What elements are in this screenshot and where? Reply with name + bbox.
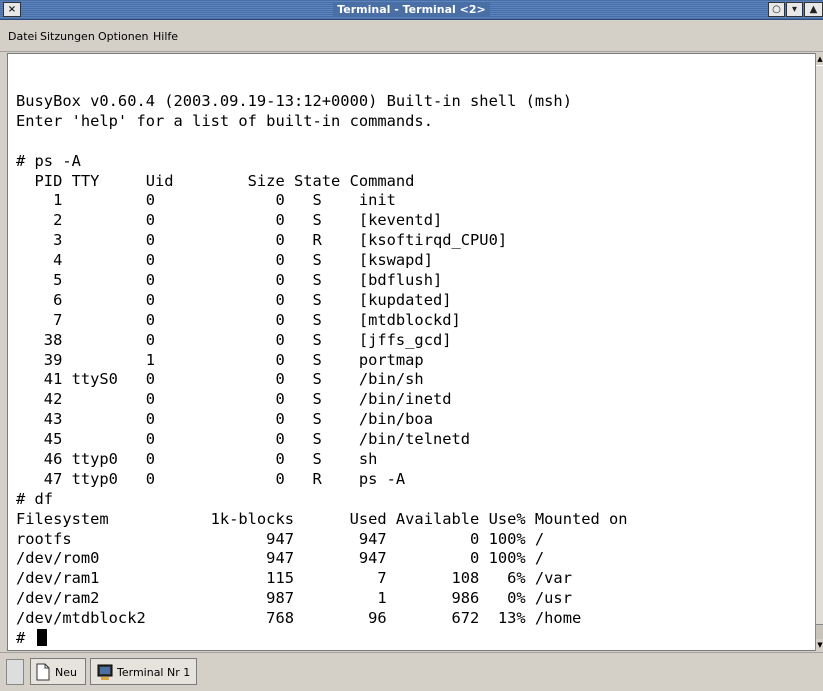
terminal-line: # ps -A bbox=[16, 151, 81, 170]
menu-bar: Datei Sitzungen Optionen Hilfe bbox=[0, 20, 823, 52]
terminal-line: 5 0 0 S [bdflush] bbox=[16, 271, 443, 290]
terminal-line: 45 0 0 S /bin/telnetd bbox=[16, 430, 471, 449]
terminal-line: rootfs 947 947 0 100% / bbox=[16, 529, 545, 548]
terminal-line: 4 0 0 S [kswapd] bbox=[16, 251, 433, 270]
terminal-line: 43 0 0 S /bin/boa bbox=[16, 410, 433, 429]
window-title: Terminal - Terminal <2> bbox=[0, 2, 823, 17]
menu-sitzungen[interactable]: Sitzungen bbox=[40, 30, 95, 43]
menu-optionen[interactable]: Optionen bbox=[98, 30, 148, 43]
minimize-button[interactable]: ▾ bbox=[786, 2, 803, 17]
new-session-label: Neu bbox=[55, 666, 77, 679]
scroll-down-icon[interactable]: ▼ bbox=[816, 639, 823, 651]
session-tab-bar: Neu Terminal Nr 1 bbox=[0, 652, 823, 691]
terminal-session-label: Terminal Nr 1 bbox=[117, 666, 191, 679]
title-bar: × Terminal - Terminal <2> ○ ▾ ▲ bbox=[0, 0, 823, 20]
terminal-output: BusyBox v0.60.4 (2003.09.19-13:12+0000) … bbox=[16, 92, 628, 649]
terminal-session-tab[interactable]: Terminal Nr 1 bbox=[90, 658, 197, 685]
terminal-line: /dev/rom0 947 947 0 100% / bbox=[16, 549, 545, 568]
terminal-line: Enter 'help' for a list of built-in comm… bbox=[16, 111, 433, 130]
terminal-line: # bbox=[16, 629, 628, 649]
terminal-line: Filesystem 1k-blocks Used Available Use%… bbox=[16, 509, 628, 528]
scroll-thumb[interactable] bbox=[816, 65, 823, 625]
terminal-line: 6 0 0 S [kupdated] bbox=[16, 290, 452, 309]
terminal-icon bbox=[97, 664, 113, 680]
terminal-line: /dev/mtdblock2 768 96 672 13% /home bbox=[16, 609, 582, 628]
terminal-line: 46 ttyp0 0 0 S sh bbox=[16, 450, 378, 469]
menu-hilfe[interactable]: Hilfe bbox=[153, 30, 178, 43]
terminal-line: # df bbox=[16, 489, 54, 508]
terminal-line: 38 0 0 S [jffs_gcd] bbox=[16, 330, 452, 349]
vertical-scrollbar[interactable]: ▲ ▼ bbox=[815, 53, 823, 651]
terminal-line: 2 0 0 S [keventd] bbox=[16, 211, 443, 230]
menu-datei[interactable]: Datei bbox=[8, 30, 37, 43]
terminal-line: PID TTY Uid Size State Command bbox=[16, 171, 415, 190]
terminal-line: 39 1 0 S portmap bbox=[16, 350, 424, 369]
terminal-area[interactable]: BusyBox v0.60.4 (2003.09.19-13:12+0000) … bbox=[7, 53, 817, 651]
cursor bbox=[36, 629, 47, 647]
terminal-line: BusyBox v0.60.4 (2003.09.19-13:12+0000) … bbox=[16, 92, 572, 110]
terminal-line: 1 0 0 S init bbox=[16, 191, 396, 210]
tabbar-grip bbox=[6, 659, 24, 685]
terminal-line: 7 0 0 S [mtdblockd] bbox=[16, 310, 461, 329]
terminal-line: 47 ttyp0 0 0 R ps -A bbox=[16, 469, 406, 488]
maximize-button[interactable]: ▲ bbox=[804, 2, 823, 17]
terminal-line: 42 0 0 S /bin/inetd bbox=[16, 390, 452, 409]
new-document-icon bbox=[36, 663, 50, 681]
terminal-line: /dev/ram2 987 1 986 0% /usr bbox=[16, 589, 572, 608]
terminal-line: 3 0 0 R [ksoftirqd_CPU0] bbox=[16, 231, 508, 250]
terminal-line: /dev/ram1 115 7 108 6% /var bbox=[16, 569, 572, 588]
new-session-button[interactable]: Neu bbox=[30, 658, 86, 685]
terminal-line: 41 ttyS0 0 0 S /bin/sh bbox=[16, 370, 424, 389]
window-menu-button[interactable]: ○ bbox=[768, 2, 785, 17]
scroll-up-icon[interactable]: ▲ bbox=[816, 53, 823, 65]
